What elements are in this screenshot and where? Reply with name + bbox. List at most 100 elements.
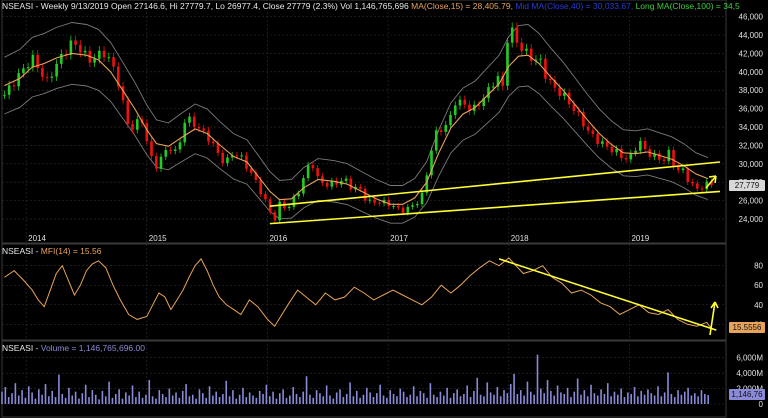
volume-bar <box>560 392 562 404</box>
volume-bar <box>576 378 579 404</box>
volume-bar <box>693 393 696 404</box>
volume-bar <box>218 397 221 404</box>
candle-body <box>93 58 96 63</box>
volume-bar <box>600 389 602 404</box>
volume-bar <box>282 389 284 404</box>
volume-bar <box>523 395 525 404</box>
price-y-tick-label: 40,000 <box>739 68 764 77</box>
volume-bar <box>637 396 639 404</box>
candle-body <box>643 140 647 150</box>
volume-bar <box>553 395 556 404</box>
volume-bar <box>613 391 616 404</box>
candle-body <box>74 40 77 45</box>
candle-body <box>510 27 514 43</box>
volume-bar <box>556 385 559 404</box>
volume-bar <box>135 397 137 404</box>
volume-bar <box>299 397 301 404</box>
price-y-tick-label: 44,000 <box>739 31 764 40</box>
volume-bar <box>540 388 542 404</box>
candle-body <box>83 50 87 53</box>
volume-last-tag: 1,146,76 <box>729 389 765 400</box>
volume-bar <box>529 391 532 404</box>
candle-body <box>98 50 101 59</box>
volume-bar <box>650 393 653 404</box>
candle-body <box>378 202 381 204</box>
volume-bar <box>677 390 679 404</box>
volume-bar <box>442 395 445 404</box>
volume-bar <box>456 389 458 404</box>
volume-bar <box>31 392 33 404</box>
candle-body <box>259 179 262 195</box>
volume-bar <box>175 392 177 404</box>
volume-bar <box>700 390 703 404</box>
volume-bar <box>339 389 341 404</box>
volume-bar <box>617 394 619 404</box>
volume-bar <box>620 388 622 404</box>
candle-body <box>154 156 158 169</box>
volume-bar <box>352 396 355 404</box>
volume-bar <box>208 386 211 404</box>
candle-body <box>558 87 561 96</box>
volume-bar <box>660 396 663 404</box>
volume-bar <box>335 392 338 404</box>
volume-bar <box>58 374 60 404</box>
volume-bar <box>416 396 418 404</box>
volume-bar <box>596 395 599 404</box>
candle-body <box>368 199 372 201</box>
volume-bar <box>473 390 475 404</box>
volume-bar <box>292 387 294 404</box>
volume-bar <box>41 394 43 404</box>
x-tick-label: 2017 <box>390 234 408 243</box>
volume-bar <box>94 394 97 404</box>
volume-bar <box>178 397 181 404</box>
volume-bar <box>376 393 378 404</box>
volume-bar <box>165 397 167 404</box>
volume-bar <box>205 397 207 404</box>
volume-bar <box>707 395 709 404</box>
candle-body <box>311 165 315 169</box>
candle-body <box>439 130 443 132</box>
volume-bar <box>670 393 673 404</box>
ma-line <box>4 52 709 205</box>
volume-bar <box>426 397 428 404</box>
volume-bar <box>432 394 435 404</box>
volume-bar <box>412 386 415 404</box>
volume-bar <box>643 394 646 404</box>
candle-body <box>411 205 414 207</box>
volume-bar <box>17 395 20 404</box>
candle-body <box>700 188 704 190</box>
volume-bar <box>329 395 331 404</box>
volume-bar <box>586 396 589 404</box>
x-tick-label: 2016 <box>269 234 287 243</box>
candle-body <box>577 110 580 113</box>
mfi-label: MFI(14) = 15.56 <box>40 246 102 256</box>
candle-body <box>202 128 206 131</box>
candle-body <box>188 116 191 123</box>
volume-bar <box>546 380 549 404</box>
candle-body <box>667 149 671 162</box>
candle-body <box>297 193 300 197</box>
mfi-y-tick-label: 80 <box>754 262 763 271</box>
candle-body <box>681 168 685 171</box>
candle-body <box>79 44 82 53</box>
volume-bar <box>422 393 425 404</box>
volume-bar <box>295 393 298 404</box>
volume-bar <box>84 384 87 404</box>
volume-bar <box>319 393 321 404</box>
candle-body <box>401 207 405 213</box>
candle-body <box>373 199 376 203</box>
candle-body <box>363 188 367 201</box>
candle-body <box>615 148 618 153</box>
volume-bar <box>533 394 535 404</box>
volume-bar <box>459 396 462 404</box>
volume-bar <box>372 397 375 404</box>
volume-bar <box>125 392 127 404</box>
volume-bar <box>309 394 311 404</box>
volume-bar <box>225 380 228 404</box>
candle-body <box>169 150 172 152</box>
candle-body <box>406 206 410 213</box>
volume-bar <box>396 396 398 404</box>
volume-bar <box>108 381 110 404</box>
price-y-tick-label: 36,000 <box>739 105 764 114</box>
volume-bar <box>302 391 305 404</box>
